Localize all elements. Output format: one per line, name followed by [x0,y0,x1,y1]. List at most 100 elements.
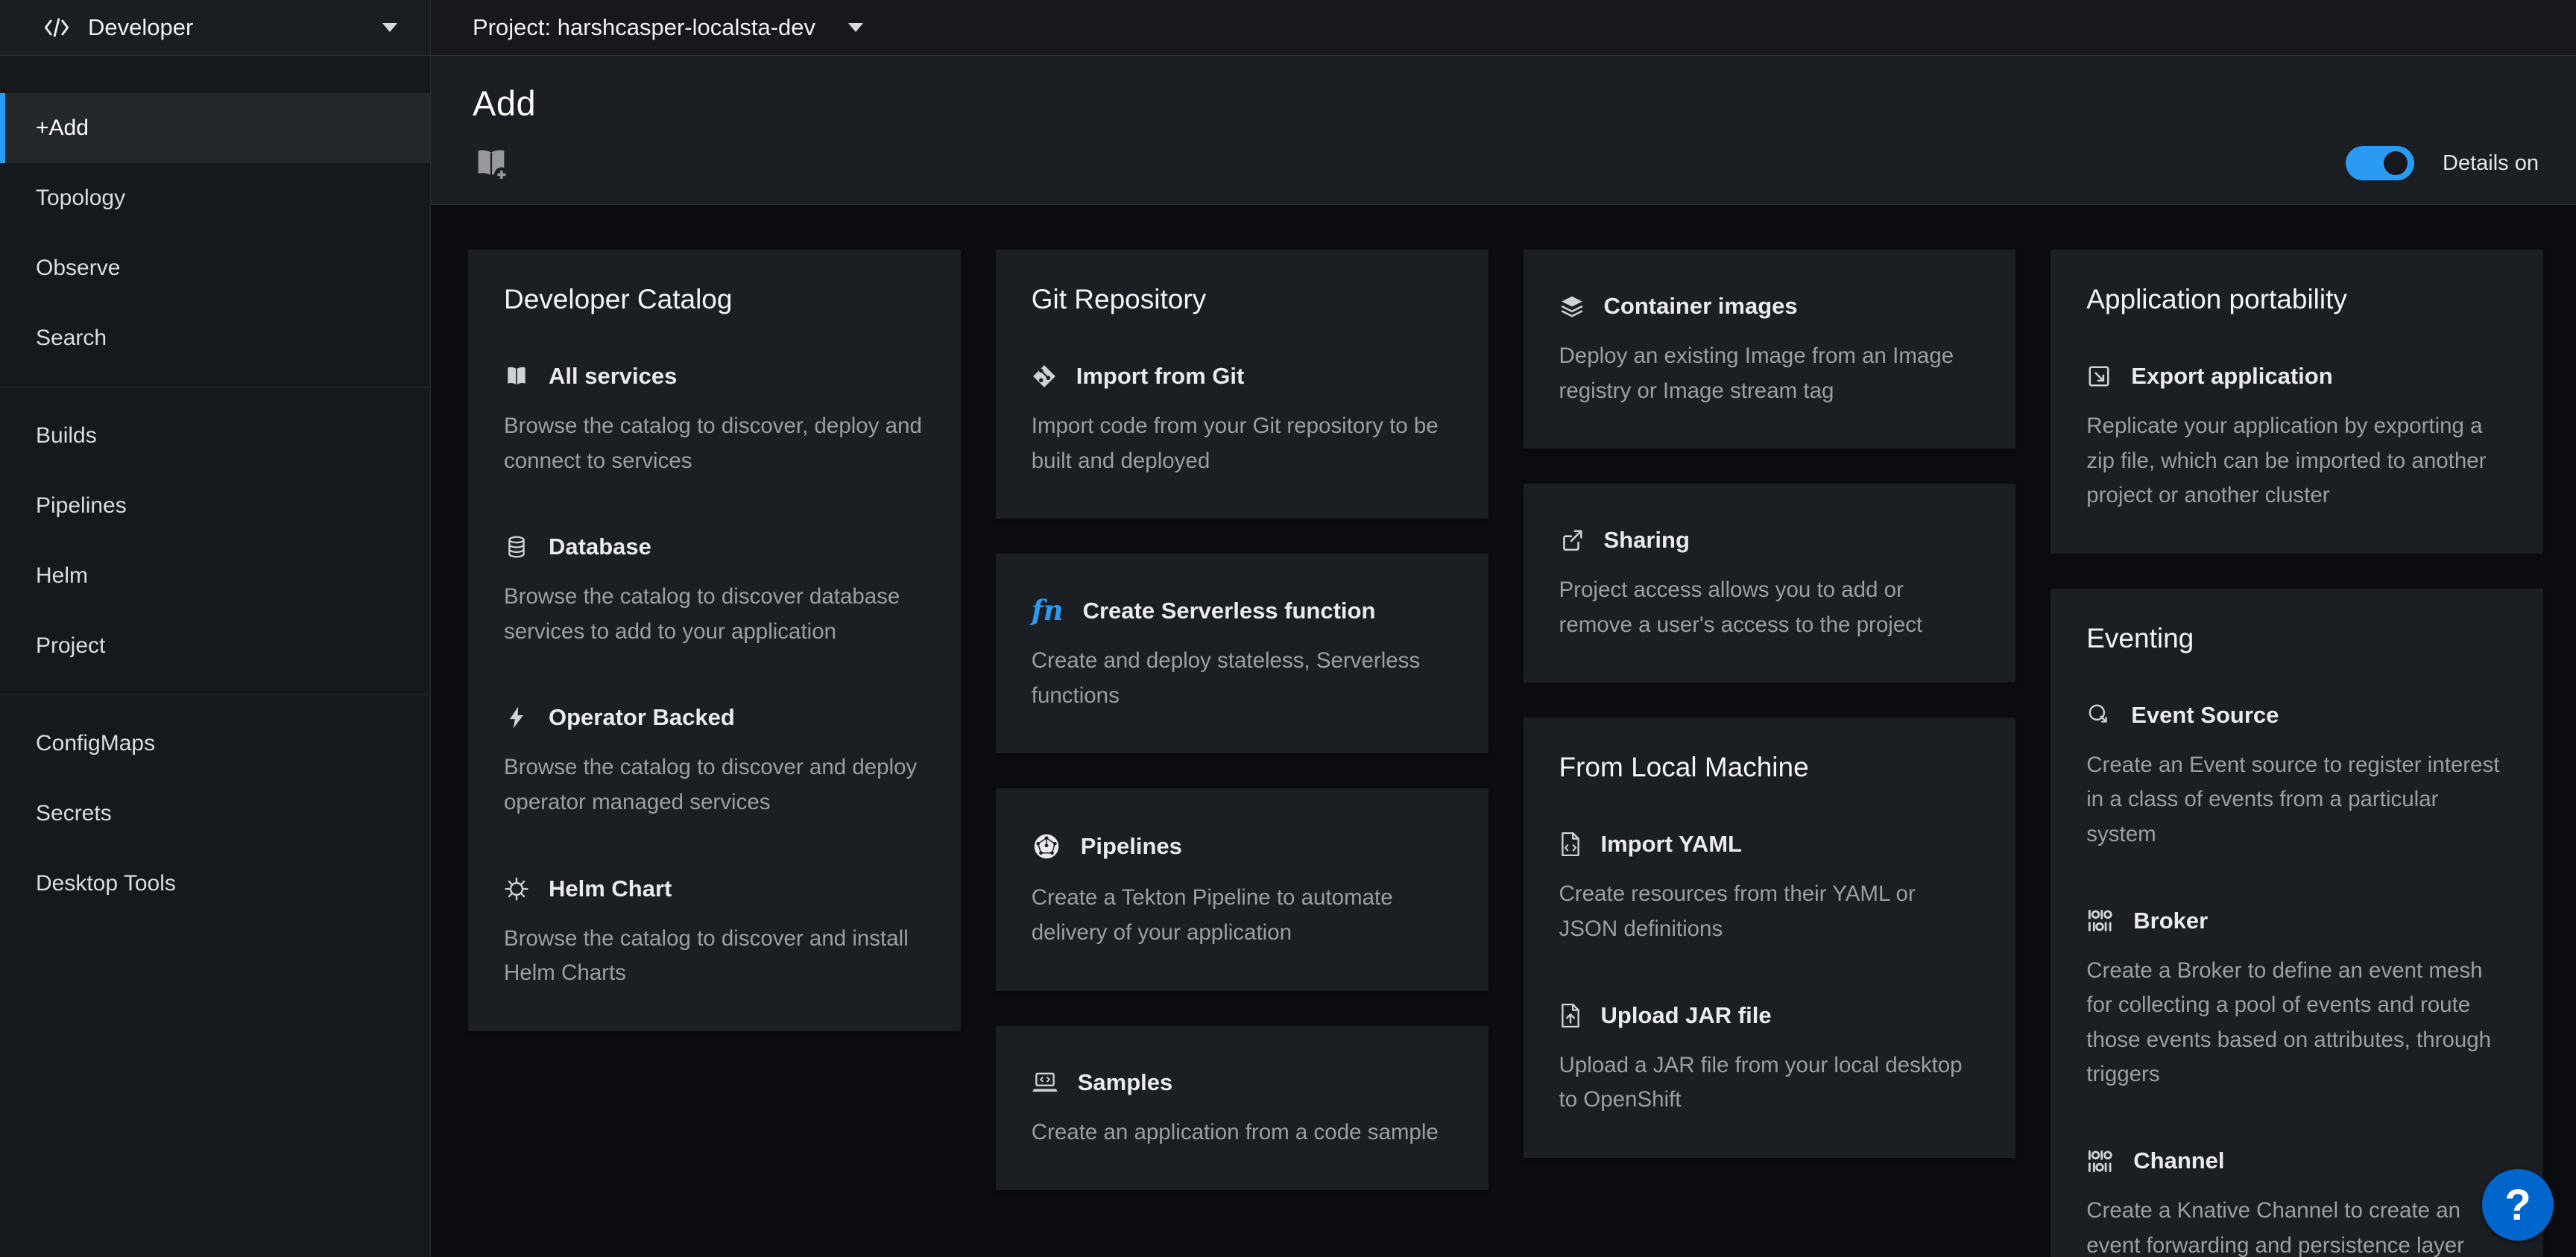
operator-backed-link[interactable]: Operator Backed [504,704,925,731]
item-description: Browse the catalog to discover and insta… [504,922,925,991]
item-title: Container images [1604,293,1798,320]
item-title: Import from Git [1076,363,1245,390]
card-sharing: Sharing Project access allows you to add… [1524,484,2016,683]
toggle-knob [2384,151,2408,175]
item-description: Deploy an existing Image from an Image r… [1559,339,1980,408]
details-toggle-wrap: Details on [2346,146,2542,180]
item-description: Import code from your Git repository to … [1032,409,1453,478]
details-toggle[interactable] [2346,146,2414,180]
perspective-switcher[interactable]: Developer [0,0,431,56]
pipelines-link[interactable]: Pipelines [1032,832,1453,861]
card-column-4: Application portability Export applicati… [2051,250,2543,1257]
nav-group-1: +Add Topology Observe Search [0,93,430,373]
all-services-link[interactable]: All services [504,363,925,390]
item-title: Broker [2133,908,2208,934]
item-description: Upload a JAR file from your local deskto… [1559,1048,1980,1118]
card-column-1: Developer Catalog All services Bro [468,250,961,1257]
card-container-images: Container images Deploy an existing Imag… [1524,250,2016,449]
event-source-link[interactable]: Event Source [2086,702,2507,729]
database-icon [504,534,529,560]
sidebar-item-helm[interactable]: Helm [0,541,430,611]
samples-link[interactable]: Samples [1032,1069,1453,1096]
item-description: Browse the catalog to discover, deploy a… [504,409,925,478]
import-from-git-link[interactable]: Import from Git [1032,363,1453,390]
card-title: Git Repository [1032,284,1453,315]
helm-chart-link[interactable]: Helm Chart [504,876,925,902]
card-developer-catalog: Developer Catalog All services Bro [468,250,961,1031]
item-description: Browse the catalog to discover and deplo… [504,750,925,820]
item-description: Create an Event source to register inter… [2086,748,2507,852]
book-icon [504,364,529,389]
card-git-repository: Git Repository [996,250,1489,519]
item-title: Upload JAR file [1601,1002,1772,1029]
upload-jar-file-link[interactable]: Upload JAR file [1559,1002,1980,1029]
page-title: Add [473,83,2542,124]
item-title: Sharing [1604,527,1690,554]
event-source-icon [2086,703,2112,728]
add-item-samples: Samples Create an application from a cod… [1032,1069,1453,1150]
broker-link[interactable]: Broker [2086,908,2507,934]
database-link[interactable]: Database [504,533,925,560]
details-toggle-label: Details on [2443,151,2539,176]
laptop-code-icon [1032,1071,1058,1095]
add-item-export-application: Export application Replicate your applic… [2086,363,2507,513]
layers-icon [1559,294,1585,319]
export-application-link[interactable]: Export application [2086,363,2507,390]
app-window: Developer Project: harshcasper-localsta-… [0,0,2576,1257]
nav-divider [0,694,430,695]
item-description: Create resources from their YAML or JSON… [1559,877,1980,946]
page-header: Add Details on [431,56,2576,205]
card-column-2: Git Repository [996,250,1489,1257]
import-yaml-link[interactable]: Import YAML [1559,831,1980,858]
add-item-channel: Channel Create a Knative Channel to crea… [2086,1147,2507,1257]
binary-icon [2086,908,2114,933]
perspective-label: Developer [88,14,193,41]
add-item-upload-jar-file: Upload JAR file Upload a JAR file from y… [1559,1002,1980,1118]
sidebar-item-builds[interactable]: Builds [0,401,430,471]
add-item-helm-chart: Helm Chart Browse the catalog to discove… [504,876,925,991]
chevron-down-icon [382,23,397,32]
book-plus-icon[interactable] [473,145,510,182]
sidebar-item-project[interactable]: Project [0,611,430,681]
item-description: Project access allows you to add or remo… [1559,573,1980,642]
sidebar-item-desktop-tools[interactable]: Desktop Tools [0,849,430,919]
sidebar-item-pipelines[interactable]: Pipelines [0,471,430,541]
item-description: Create a Broker to define an event mesh … [2086,954,2507,1092]
fn-icon: fn [1032,597,1064,624]
card-title: Application portability [2086,284,2507,315]
item-title: Export application [2131,363,2332,390]
export-icon [2086,364,2112,389]
item-description: Replicate your application by exporting … [2086,409,2507,513]
item-title: Database [549,533,651,560]
binary-icon [2086,1149,2114,1174]
add-cards-grid: Developer Catalog All services Bro [431,205,2576,1257]
add-item-pipelines: Pipelines Create a Tekton Pipeline to au… [1032,832,1453,950]
item-description: Create a Tekton Pipeline to automate del… [1032,881,1453,950]
create-serverless-function-link[interactable]: fn Create Serverless function [1032,597,1453,624]
item-title: Samples [1078,1069,1173,1096]
sidebar-nav: +Add Topology Observe Search Builds Pipe… [0,56,431,1257]
sidebar-item-topology[interactable]: Topology [0,163,430,233]
sharing-link[interactable]: Sharing [1559,527,1980,554]
project-selector[interactable]: Project: harshcasper-localsta-dev [431,0,2576,56]
item-title: Pipelines [1081,833,1182,860]
add-item-container-images: Container images Deploy an existing Imag… [1559,293,1980,408]
sidebar-item-secrets[interactable]: Secrets [0,779,430,849]
container-images-link[interactable]: Container images [1559,293,1980,320]
card-from-local-machine: From Local Machine Import YAML [1524,718,2016,1157]
tekton-icon [1032,832,1061,861]
sidebar-item-observe[interactable]: Observe [0,233,430,303]
item-description: Create and deploy stateless, Serverless … [1032,644,1453,713]
card-column-3: Container images Deploy an existing Imag… [1524,250,2016,1257]
sidebar-item-search[interactable]: Search [0,303,430,373]
nav-group-2: Builds Pipelines Helm Project [0,401,430,681]
item-title: Create Serverless function [1083,598,1376,624]
git-icon [1032,364,1057,389]
item-description: Browse the catalog to discover database … [504,580,925,649]
sidebar-item-configmaps[interactable]: ConfigMaps [0,709,430,779]
sidebar-item-add[interactable]: +Add [0,93,430,163]
help-button[interactable]: ? [2482,1169,2554,1241]
channel-link[interactable]: Channel [2086,1147,2507,1174]
item-title: Helm Chart [549,876,672,902]
add-item-create-serverless-function: fn Create Serverless function Create and… [1032,597,1453,713]
